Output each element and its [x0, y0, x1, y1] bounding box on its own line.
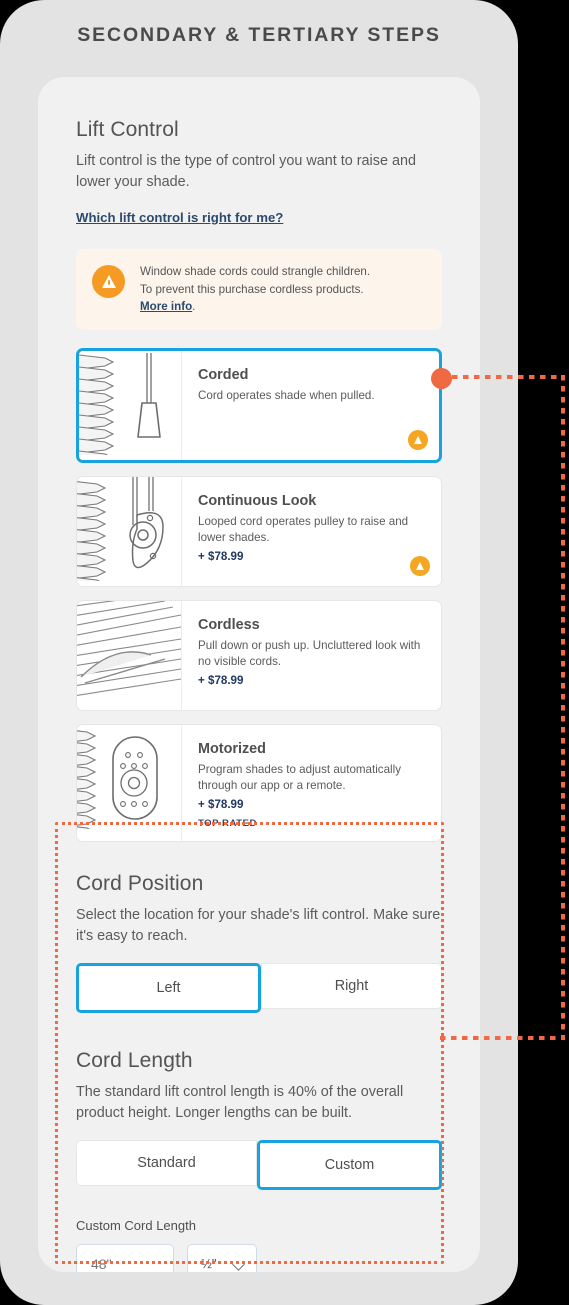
option-title: Cordless	[198, 616, 260, 633]
option-description: Program shades to adjust automatically t…	[198, 762, 401, 793]
option-card-body: Corded Cord operates shade when pulled.	[182, 351, 439, 460]
annotation-connector-line-top	[452, 375, 565, 379]
warning-text: Window shade cords could strangle childr…	[140, 263, 370, 316]
cord-length-option-custom[interactable]: Custom	[257, 1139, 442, 1190]
cord-position-heading: Cord Position	[76, 871, 204, 895]
option-card-body: Cordless Pull down or push up. Uncluttere…	[182, 601, 441, 710]
cord-length-fraction-select[interactable]: ½"	[187, 1243, 257, 1272]
option-title: Corded	[198, 366, 249, 383]
option-title: Motorized	[198, 740, 266, 757]
more-info-link[interactable]: More info	[140, 300, 192, 313]
option-top-rated-badge: TOP RATED	[198, 817, 257, 829]
option-title: Continuous Look	[198, 492, 317, 509]
option-description: Cord operates shade when pulled.	[198, 388, 375, 402]
lift-control-heading: Lift Control	[76, 118, 179, 141]
option-description: Looped cord operates pulley to raise and…	[198, 514, 409, 545]
lift-control-option-card[interactable]: Motorized Program shades to adjust automa…	[76, 723, 442, 842]
warning-link-suffix: .	[192, 300, 196, 313]
motorized-remote-illustration	[77, 724, 182, 841]
custom-cord-length-fields: ½"	[76, 1243, 442, 1272]
option-warning-badge-icon	[408, 429, 428, 450]
custom-cord-length-label: Custom Cord Length	[76, 1217, 196, 1233]
option-card-body: Motorized Program shades to adjust automa…	[182, 725, 441, 841]
annotation-connector-line-bottom	[440, 1036, 565, 1040]
cord-length-description: The standard lift control length is 40% …	[76, 1083, 404, 1121]
cord-length-heading: Cord Length	[76, 1048, 193, 1072]
lift-control-option-card[interactable]: Continuous Look Looped cord operates pull…	[76, 475, 442, 587]
option-description: Pull down or push up. Uncluttered look w…	[198, 638, 421, 669]
warning-line-2: To prevent this purchase cordless produc…	[140, 282, 364, 296]
lift-control-option-card[interactable]: Cordless Pull down or push up. Uncluttere…	[76, 599, 442, 711]
annotation-connector-line-vertical	[561, 375, 565, 1040]
chevron-down-icon	[234, 1260, 245, 1267]
option-card-body: Continuous Look Looped cord operates pull…	[182, 477, 441, 586]
cord-position-toggle-group: Left Right	[76, 962, 442, 1013]
cordless-shade-illustration	[77, 600, 182, 710]
cord-length-option-standard[interactable]: Standard	[76, 1139, 257, 1186]
warning-triangle-icon	[92, 265, 125, 298]
option-warning-badge-icon	[410, 555, 430, 576]
configurator-panel: Lift Control Lift control is the type of…	[38, 77, 480, 1272]
lift-control-section: Lift Control Lift control is the type of…	[38, 77, 480, 842]
cord-length-section: Cord Length The standard lift control le…	[38, 1048, 480, 1272]
lift-control-option-card[interactable]: Corded Cord operates shade when pulled.	[76, 347, 442, 463]
lift-control-options-list: Corded Cord operates shade when pulled. C…	[76, 347, 442, 842]
option-price: + $78.99	[198, 549, 244, 563]
cord-length-toggle-group: Standard Custom	[76, 1139, 442, 1190]
fraction-value: ½"	[201, 1256, 217, 1271]
cord-safety-warning-banner: Window shade cords could strangle childr…	[76, 249, 442, 330]
corded-pull-cord-illustration	[79, 350, 182, 460]
page-title: SECONDARY & TERTIARY STEPS	[77, 24, 441, 46]
custom-cord-length-input[interactable]	[76, 1243, 174, 1272]
lift-control-description: Lift control is the type of control you …	[76, 153, 416, 190]
option-price: + $78.99	[198, 673, 244, 687]
which-lift-control-link[interactable]: Which lift control is right for me?	[76, 210, 283, 225]
annotation-connector-dot	[431, 368, 452, 389]
warning-line-1: Window shade cords could strangle childr…	[140, 265, 371, 278]
cord-position-section: Cord Position Select the location for yo…	[38, 872, 480, 1013]
continuous-loop-pulley-illustration	[77, 476, 182, 586]
cord-position-description: Select the location for your shade's lif…	[76, 906, 441, 944]
option-price: + $78.99	[198, 797, 244, 811]
cord-position-option-left[interactable]: Left	[76, 962, 261, 1013]
cord-position-option-right[interactable]: Right	[261, 962, 442, 1009]
